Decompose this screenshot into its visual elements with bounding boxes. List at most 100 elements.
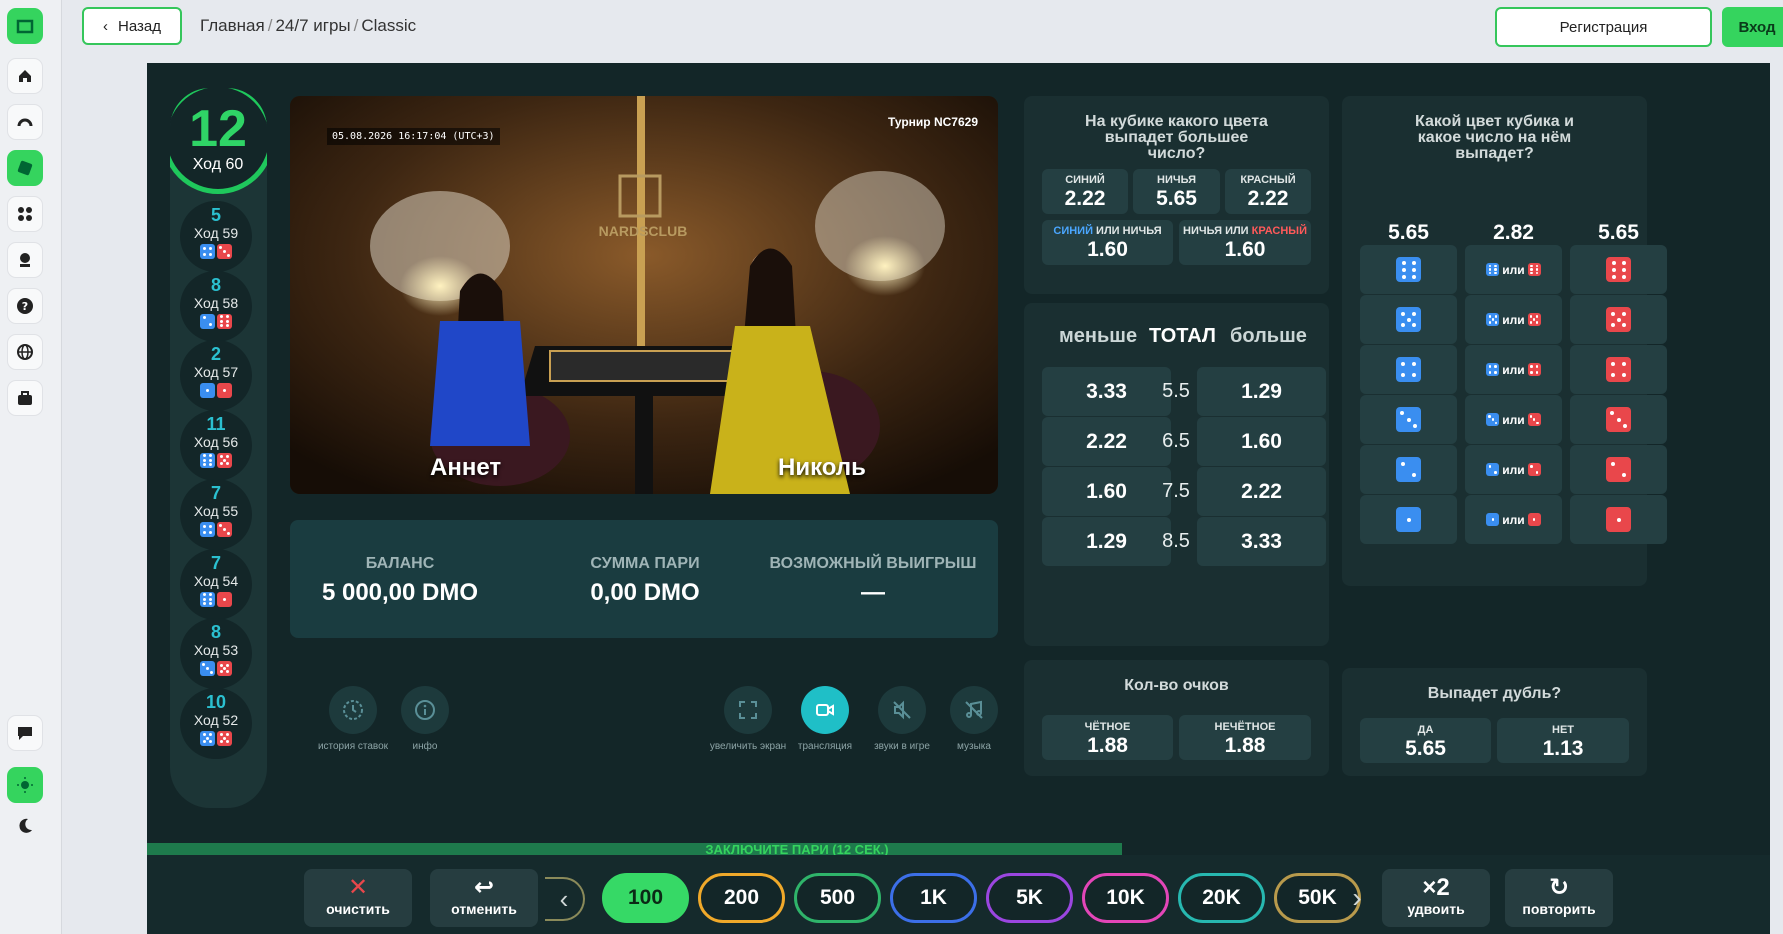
info-icon bbox=[401, 686, 449, 734]
bet-either-face-2[interactable]: или bbox=[1465, 445, 1562, 494]
bet-red-face-5[interactable] bbox=[1570, 295, 1667, 344]
bet-total-more[interactable]: 1.60 bbox=[1197, 417, 1326, 466]
turn-number: 5 bbox=[210, 205, 221, 225]
bet-blue-face-6[interactable] bbox=[1360, 245, 1457, 294]
chip-20K[interactable]: 20K bbox=[1178, 873, 1265, 923]
chip-500[interactable]: 500 bbox=[794, 873, 881, 923]
total-line: 6.5 bbox=[1162, 430, 1190, 452]
bet-blue-face-2[interactable] bbox=[1360, 445, 1457, 494]
sun-icon[interactable] bbox=[7, 767, 43, 803]
chip-scroll-left[interactable]: ‹ bbox=[545, 877, 585, 921]
stream-toggle-button[interactable]: трансляция bbox=[785, 686, 865, 752]
die-face-6-icon bbox=[200, 452, 215, 468]
bet-red-face-1[interactable] bbox=[1570, 495, 1667, 544]
bet-blue-face-4[interactable] bbox=[1360, 345, 1457, 394]
bet-blue-face-5[interactable] bbox=[1360, 295, 1457, 344]
sounds-button[interactable]: звуки в игре bbox=[862, 686, 942, 752]
chip-5K[interactable]: 5K bbox=[986, 873, 1073, 923]
undo-button[interactable]: ↩ отменить bbox=[430, 869, 538, 927]
turn-label: Ход 58 bbox=[193, 294, 239, 311]
music-button[interactable]: музыка bbox=[934, 686, 1014, 752]
bet-either-face-1[interactable]: или bbox=[1465, 495, 1562, 544]
apps-icon[interactable] bbox=[7, 196, 43, 232]
chip-200[interactable]: 200 bbox=[698, 873, 785, 923]
chevron-left-icon: ‹ bbox=[103, 17, 108, 35]
dice-market-panel: Какой цвет кубика и какое число на нём в… bbox=[1342, 96, 1667, 586]
video-stream[interactable]: NARDSCLUB 05.08.2026 16:17:04 (UTC+3) Ту… bbox=[290, 96, 998, 494]
bet-either-face-4[interactable]: или bbox=[1465, 345, 1562, 394]
die-face-3-icon bbox=[1606, 407, 1631, 432]
bet-total-more[interactable]: 3.33 bbox=[1197, 517, 1326, 566]
bet-red-face-2[interactable] bbox=[1570, 445, 1667, 494]
chat-icon[interactable] bbox=[7, 715, 43, 751]
double-market-title: Выпадет дубль? bbox=[1427, 685, 1562, 702]
bet-blue-face-1[interactable] bbox=[1360, 495, 1457, 544]
double-bet-button[interactable]: ×2 удвоить bbox=[1382, 869, 1490, 927]
dice-icon[interactable] bbox=[7, 150, 43, 186]
briefcase-icon[interactable] bbox=[7, 380, 43, 416]
bet-double-no[interactable]: НЕТ 1.13 bbox=[1497, 718, 1629, 763]
bet-draw[interactable]: НИЧЬЯ 5.65 bbox=[1133, 169, 1220, 214]
die-face-4-icon bbox=[1606, 357, 1631, 382]
chip-10K[interactable]: 10K bbox=[1082, 873, 1169, 923]
turn-label: Ход 53 bbox=[193, 642, 239, 658]
bet-blue-or-draw[interactable]: СИНИЙ ИЛИ НИЧЬЯ 1.60 bbox=[1042, 220, 1173, 265]
bet-total-more[interactable]: 2.22 bbox=[1197, 467, 1326, 516]
stream-brand: NARDSCLUB bbox=[599, 223, 688, 239]
bet-blue[interactable]: СИНИЙ 2.22 bbox=[1042, 169, 1128, 214]
bet-odd[interactable]: НЕЧЁТНОЕ 1.88 bbox=[1179, 715, 1311, 760]
bet-blue-face-3[interactable] bbox=[1360, 395, 1457, 444]
die-face-1-icon bbox=[1527, 513, 1541, 526]
turn-dice bbox=[200, 244, 232, 259]
breadcrumb-category[interactable]: 24/7 игры bbox=[275, 16, 350, 35]
help-icon[interactable]: ? bbox=[7, 288, 43, 324]
bet-red[interactable]: КРАСНЫЙ 2.22 bbox=[1225, 169, 1311, 214]
breadcrumb-current: Classic bbox=[361, 16, 417, 35]
register-button[interactable]: Регистрация bbox=[1495, 7, 1712, 47]
back-button[interactable]: ‹ Назад bbox=[82, 7, 182, 45]
bet-red-face-3[interactable] bbox=[1570, 395, 1667, 444]
bet-sum-value: 0,00 DMO bbox=[590, 579, 700, 606]
chevron-right-icon: › bbox=[1352, 882, 1362, 913]
dice-market-title: Какой цвет кубика и какое число на нём в… bbox=[1415, 113, 1574, 162]
breadcrumb-home[interactable]: Главная bbox=[200, 16, 265, 35]
login-button[interactable]: Вход bbox=[1722, 7, 1783, 47]
points-market-panel: Кол-во очков ЧЁТНОЕ 1.88 НЕЧЁТНОЕ 1.88 bbox=[1024, 660, 1329, 776]
bet-draw-or-red[interactable]: НИЧЬЯ ИЛИ КРАСНЫЙ 1.60 bbox=[1179, 220, 1311, 265]
info-button[interactable]: инфо bbox=[385, 686, 465, 752]
repeat-button[interactable]: ↻ повторить bbox=[1505, 869, 1613, 927]
die-face-6-icon bbox=[1527, 263, 1541, 276]
die-face-3-icon bbox=[200, 661, 215, 676]
chip-scroll-right[interactable]: › bbox=[1345, 873, 1369, 923]
bet-even[interactable]: ЧЁТНОЕ 1.88 bbox=[1042, 715, 1173, 760]
globe-icon[interactable] bbox=[7, 334, 43, 370]
turn-label: Ход 57 bbox=[193, 364, 239, 380]
player-left-name: Аннет bbox=[430, 454, 502, 481]
chip-1K[interactable]: 1K bbox=[890, 873, 977, 923]
logo-icon[interactable] bbox=[7, 8, 43, 44]
clear-button[interactable]: ✕ очистить bbox=[304, 869, 412, 927]
moon-icon[interactable] bbox=[7, 808, 43, 844]
current-turn-label: Ход 60 bbox=[192, 156, 244, 173]
bet-red-face-4[interactable] bbox=[1570, 345, 1667, 394]
bet-double-yes[interactable]: ДА 5.65 bbox=[1360, 718, 1491, 763]
turn-history[interactable]: 12 Ход 60 5 Ход 59 8 Ход 58 2 Ход 57 11 Ход 56 7… bbox=[170, 88, 267, 808]
live-icon[interactable] bbox=[7, 104, 43, 140]
support-agent-icon[interactable] bbox=[7, 242, 43, 278]
points-market-title: Кол-во очков bbox=[1124, 677, 1229, 694]
fullscreen-button[interactable]: увеличить экран bbox=[708, 686, 788, 752]
chip-100[interactable]: 100 bbox=[602, 873, 689, 923]
die-face-6-icon bbox=[217, 313, 232, 329]
bet-either-face-3[interactable]: или bbox=[1465, 395, 1562, 444]
die-face-5-icon bbox=[1606, 307, 1631, 332]
bet-either-face-6[interactable]: или bbox=[1465, 245, 1562, 294]
bet-red-face-6[interactable] bbox=[1570, 245, 1667, 294]
bet-total-more[interactable]: 1.29 bbox=[1197, 367, 1326, 416]
turn-item: 10 Ход 52 bbox=[180, 687, 252, 759]
tournament-id: Турнир NC7629 bbox=[887, 115, 978, 129]
home-icon[interactable] bbox=[7, 58, 43, 94]
bet-either-face-5[interactable]: или bbox=[1465, 295, 1562, 344]
total-line: 5.5 bbox=[1162, 380, 1190, 402]
die-face-5-icon bbox=[1527, 313, 1541, 326]
bet-history-button[interactable]: история ставок bbox=[313, 686, 393, 752]
